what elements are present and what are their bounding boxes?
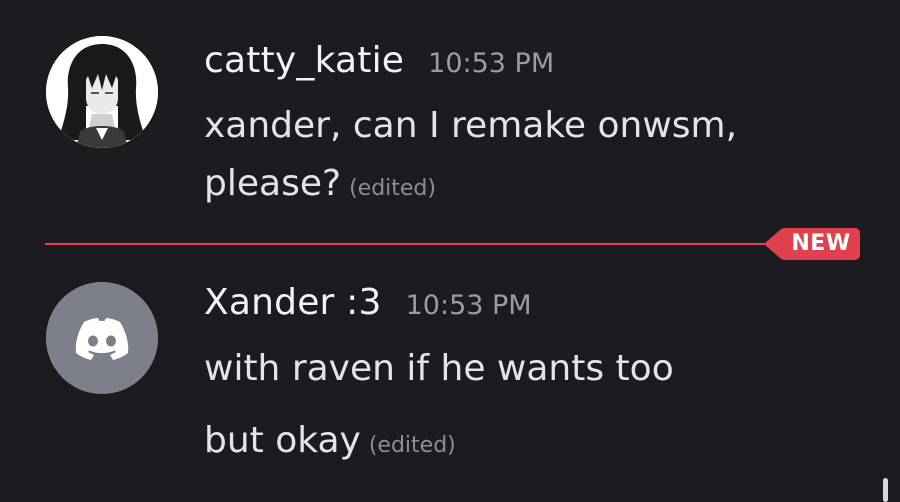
message-text-line: xander, can I remake onwsm,: [204, 105, 738, 146]
scrollbar-thumb[interactable]: [883, 478, 888, 502]
timestamp[interactable]: 10:53 PM: [428, 48, 554, 79]
new-badge-label: NEW: [791, 231, 851, 256]
username[interactable]: catty_katie: [204, 40, 404, 81]
user-avatar[interactable]: [46, 282, 158, 394]
message-catty-katie[interactable]: catty_katie 10:53 PM xander, can I remak…: [0, 0, 900, 230]
new-messages-badge: NEW: [764, 228, 860, 260]
timestamp[interactable]: 10:53 PM: [406, 290, 532, 321]
new-messages-divider: [45, 243, 767, 245]
anime-girl-avatar-icon: [46, 36, 158, 148]
message-text-line: please? (edited): [204, 163, 436, 204]
chat-message-list: catty_katie 10:53 PM xander, can I remak…: [0, 0, 900, 502]
edited-label: (edited): [368, 433, 456, 458]
message-text-line: but okay (edited): [204, 420, 456, 461]
message-text: but okay: [204, 420, 361, 461]
message-text: please?: [204, 163, 342, 204]
message-text-line: with raven if he wants too: [204, 348, 674, 389]
message-xander[interactable]: Xander :3 10:53 PM with raven if he want…: [0, 262, 900, 502]
edited-label: (edited): [349, 176, 436, 201]
user-avatar[interactable]: [46, 36, 158, 148]
message-header: catty_katie 10:53 PM: [204, 40, 554, 81]
username[interactable]: Xander :3: [204, 282, 382, 323]
discord-default-avatar-icon: [46, 282, 158, 394]
message-header: Xander :3 10:53 PM: [204, 282, 532, 323]
